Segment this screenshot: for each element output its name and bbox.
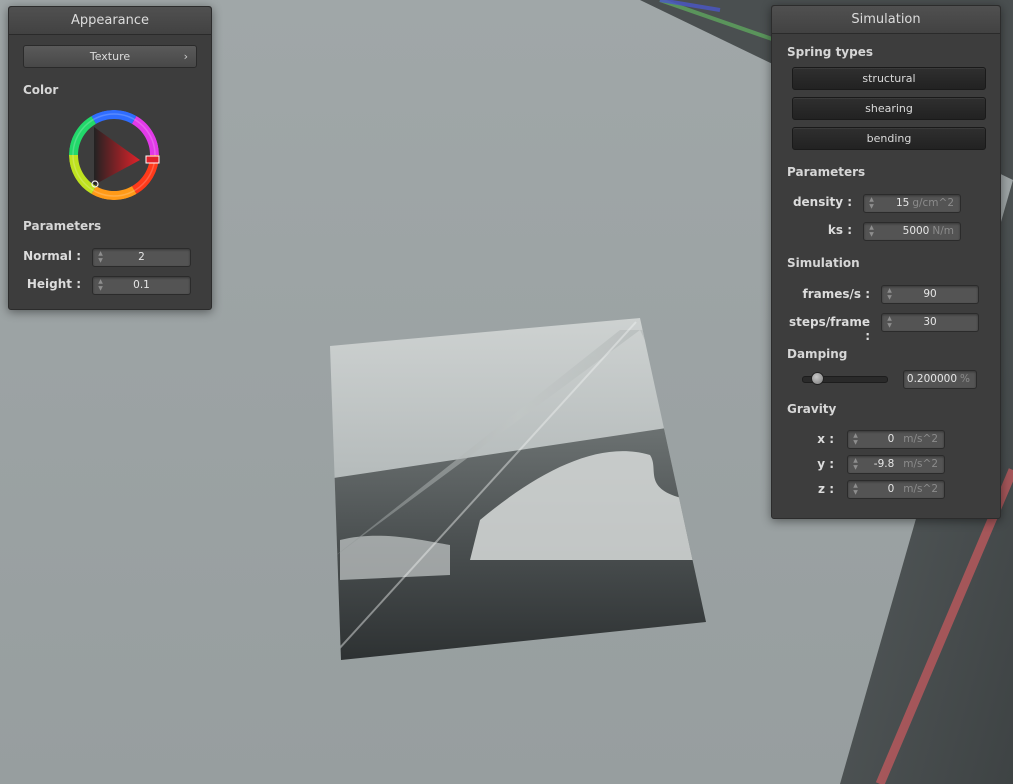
parameters-section-label: Parameters	[23, 219, 102, 233]
density-label: density :	[792, 195, 852, 209]
density-value-group: 15 g/cm^2	[896, 195, 954, 212]
density-unit: g/cm^2	[912, 197, 954, 209]
density-value: 15	[895, 197, 910, 209]
spin-arrows-icon[interactable]: ▲ ▼	[852, 482, 859, 497]
panel-title: Simulation	[772, 6, 1000, 34]
parameters-section-label: Parameters	[787, 165, 866, 179]
bending-label: bending	[866, 132, 912, 145]
normal-value: 2	[138, 251, 145, 263]
damping-slider-knob[interactable]	[810, 372, 824, 385]
ks-unit: N/m	[932, 225, 954, 237]
normal-field[interactable]: ▲ ▼ 2	[92, 248, 191, 267]
gravity-z-value: 0	[887, 483, 895, 495]
texture-button-label: Texture	[89, 50, 131, 63]
gravity-z-label: z :	[818, 482, 834, 496]
panel-title: Appearance	[9, 7, 211, 35]
gravity-z-field[interactable]: ▲ ▼ 0 m/s^2	[847, 480, 945, 499]
frames-label: frames/s :	[802, 287, 870, 301]
bending-button[interactable]: bending	[792, 127, 986, 150]
height-label: Height :	[26, 277, 81, 291]
spin-arrows-icon[interactable]: ▲ ▼	[852, 432, 859, 447]
gravity-y-value: -9.8	[873, 458, 895, 470]
simulation-panel: Simulation Spring types structural shear…	[771, 5, 1001, 519]
damping-section-label: Damping	[787, 347, 848, 361]
color-section-label: Color	[23, 83, 59, 97]
color-wheel[interactable]	[64, 105, 164, 205]
appearance-panel: Appearance Texture › Color Parameters No…	[8, 6, 212, 310]
frames-field[interactable]: ▲ ▼ 90	[881, 285, 979, 304]
gravity-y-value-group: -9.8 m/s^2	[874, 456, 938, 473]
gravity-x-value: 0	[887, 433, 895, 445]
chevron-right-icon: ›	[183, 50, 188, 63]
gravity-z-value-group: 0 m/s^2	[888, 481, 938, 498]
height-field[interactable]: ▲ ▼ 0.1	[92, 276, 191, 295]
frames-value: 90	[923, 288, 937, 300]
spin-arrows-icon[interactable]: ▲ ▼	[852, 457, 859, 472]
gravity-x-field[interactable]: ▲ ▼ 0 m/s^2	[847, 430, 945, 449]
ks-value-group: 5000 N/m	[903, 223, 954, 240]
structural-label: structural	[862, 72, 916, 85]
saturation-triangle	[94, 127, 140, 185]
gravity-x-label: x :	[817, 432, 834, 446]
simulation-section-label: Simulation	[787, 256, 860, 270]
ks-label: ks :	[827, 223, 852, 237]
shearing-label: shearing	[865, 102, 913, 115]
spring-types-label: Spring types	[787, 45, 874, 59]
normal-label: Normal :	[23, 249, 81, 263]
gravity-y-label: y :	[817, 457, 834, 471]
gravity-z-unit: m/s^2	[903, 483, 938, 495]
spin-arrows-icon[interactable]: ▲ ▼	[868, 224, 875, 239]
damping-unit: %	[960, 373, 970, 385]
height-value: 0.1	[133, 279, 150, 291]
spin-arrows-icon[interactable]: ▲ ▼	[868, 196, 875, 211]
hue-marker	[145, 155, 160, 164]
gravity-x-value-group: 0 m/s^2	[888, 431, 938, 448]
gravity-y-unit: m/s^2	[903, 458, 938, 470]
damping-field[interactable]: 0.200000%	[903, 370, 977, 389]
steps-field[interactable]: ▲ ▼ 30	[881, 313, 979, 332]
steps-label: steps/frame :	[788, 315, 870, 343]
structural-button[interactable]: structural	[792, 67, 986, 90]
gravity-section-label: Gravity	[787, 402, 837, 416]
gravity-y-field[interactable]: ▲ ▼ -9.8 m/s^2	[847, 455, 945, 474]
shearing-button[interactable]: shearing	[792, 97, 986, 120]
ks-field[interactable]: ▲ ▼ 5000 N/m	[863, 222, 961, 241]
damping-value: 0.200000	[906, 373, 958, 385]
ks-value: 5000	[902, 225, 930, 237]
texture-button[interactable]: Texture ›	[23, 45, 197, 68]
steps-value: 30	[923, 316, 937, 328]
gravity-x-unit: m/s^2	[903, 433, 938, 445]
damping-value-group: 0.200000%	[907, 371, 970, 388]
density-field[interactable]: ▲ ▼ 15 g/cm^2	[863, 194, 961, 213]
